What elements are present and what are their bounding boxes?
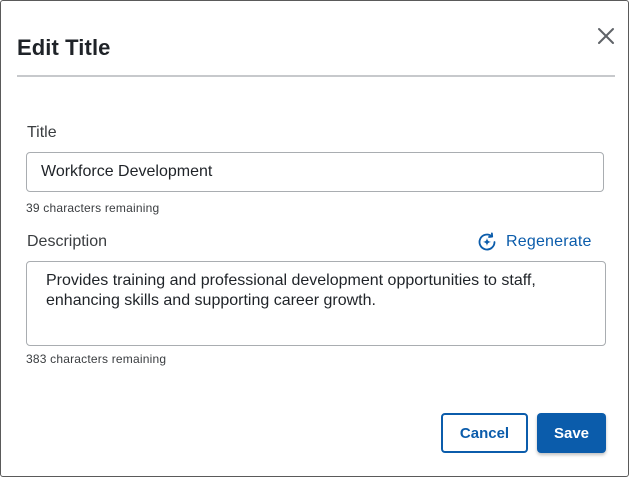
description-char-count: 383 characters remaining	[26, 352, 167, 366]
description-field-label: Description	[27, 233, 108, 250]
description-textarea[interactable]: Provides training and professional devel…	[26, 261, 606, 346]
header-divider	[17, 75, 615, 77]
sparkle-refresh-icon	[478, 232, 496, 251]
cancel-button[interactable]: Cancel	[441, 413, 528, 453]
regenerate-label: Regenerate	[506, 233, 592, 250]
title-input[interactable]	[26, 152, 604, 192]
save-button[interactable]: Save	[537, 413, 606, 453]
title-char-count: 39 characters remaining	[26, 201, 160, 215]
close-icon	[598, 28, 614, 44]
dialog-title: Edit Title	[17, 35, 111, 60]
regenerate-button[interactable]: Regenerate	[476, 231, 592, 253]
title-field-label: Title	[27, 124, 57, 141]
close-button[interactable]	[595, 25, 617, 47]
edit-title-dialog: Edit Title Title 39 characters remaining…	[0, 0, 629, 477]
